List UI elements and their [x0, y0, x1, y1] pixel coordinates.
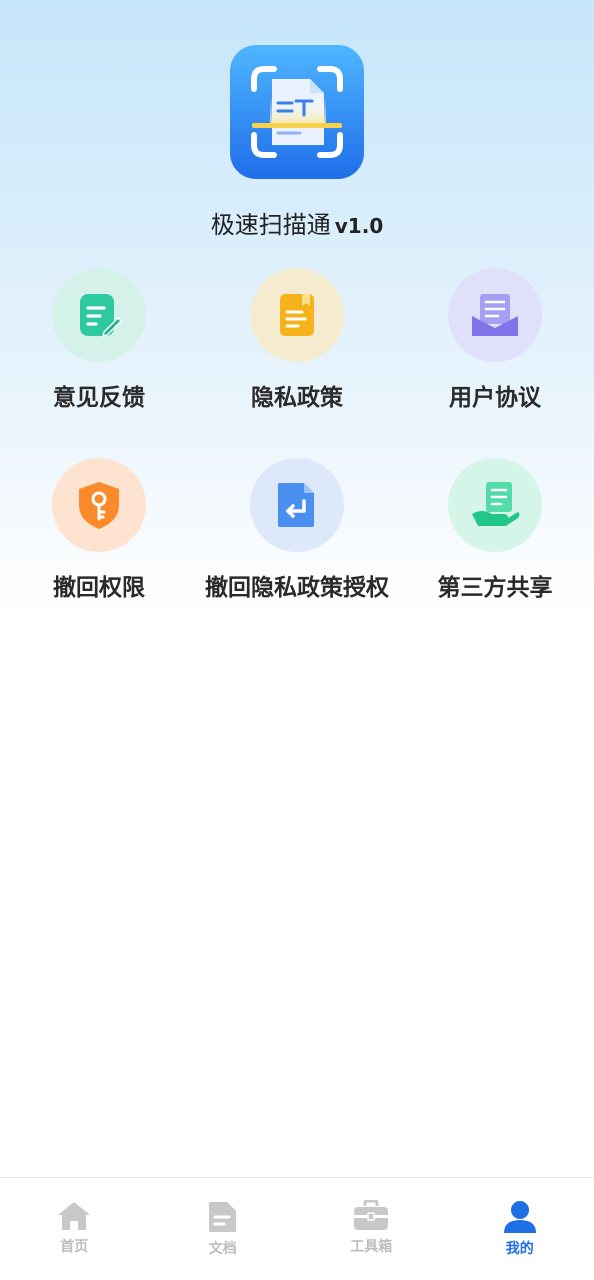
home-icon	[58, 1202, 91, 1230]
tab-home[interactable]: 首页	[0, 1178, 149, 1280]
menu-item-revoke-permission[interactable]: 撤回权限	[0, 458, 198, 608]
menu-label: 意见反馈	[53, 385, 145, 411]
revoke-permission-icon	[52, 458, 146, 552]
menu-label: 隐私政策	[251, 385, 343, 411]
user-agreement-icon	[448, 268, 542, 362]
feedback-icon	[52, 268, 146, 362]
tab-toolbox[interactable]: 工具箱	[297, 1178, 446, 1280]
tab-label: 文档	[208, 1241, 237, 1257]
menu-label: 第三方共享	[437, 575, 553, 601]
app-name-text: 极速扫描通	[210, 211, 331, 239]
menu-item-third-party-share[interactable]: 第三方共享	[396, 458, 594, 608]
third-party-share-icon	[448, 458, 542, 552]
revoke-privacy-icon	[250, 458, 344, 552]
menu-label: 撤回权限	[53, 575, 145, 601]
document-icon	[208, 1202, 236, 1232]
menu-item-privacy-policy[interactable]: 隐私政策	[198, 268, 396, 418]
user-icon	[503, 1201, 536, 1233]
menu-item-revoke-privacy[interactable]: 撤回隐私政策授权	[198, 458, 396, 608]
toolbox-icon	[354, 1200, 389, 1230]
menu-label: 用户协议	[449, 385, 541, 411]
bottom-tab-bar: 首页 文档 工具箱 我的	[0, 1177, 594, 1280]
scanner-app-icon	[230, 45, 364, 179]
tab-mine[interactable]: 我的	[446, 1178, 594, 1280]
tab-label: 工具箱	[350, 1239, 393, 1255]
app-logo	[230, 45, 364, 179]
menu-item-user-agreement[interactable]: 用户协议	[396, 268, 594, 418]
menu-label: 撤回隐私政策授权	[205, 575, 389, 601]
tab-label: 首页	[60, 1239, 89, 1255]
menu-item-feedback[interactable]: 意见反馈	[0, 268, 198, 418]
app-version: v1.0	[334, 214, 384, 238]
tab-label: 我的	[505, 1241, 534, 1257]
tab-document[interactable]: 文档	[149, 1178, 298, 1280]
privacy-policy-icon	[250, 268, 344, 362]
app-title: 极速扫描通 v1.0	[0, 205, 594, 240]
